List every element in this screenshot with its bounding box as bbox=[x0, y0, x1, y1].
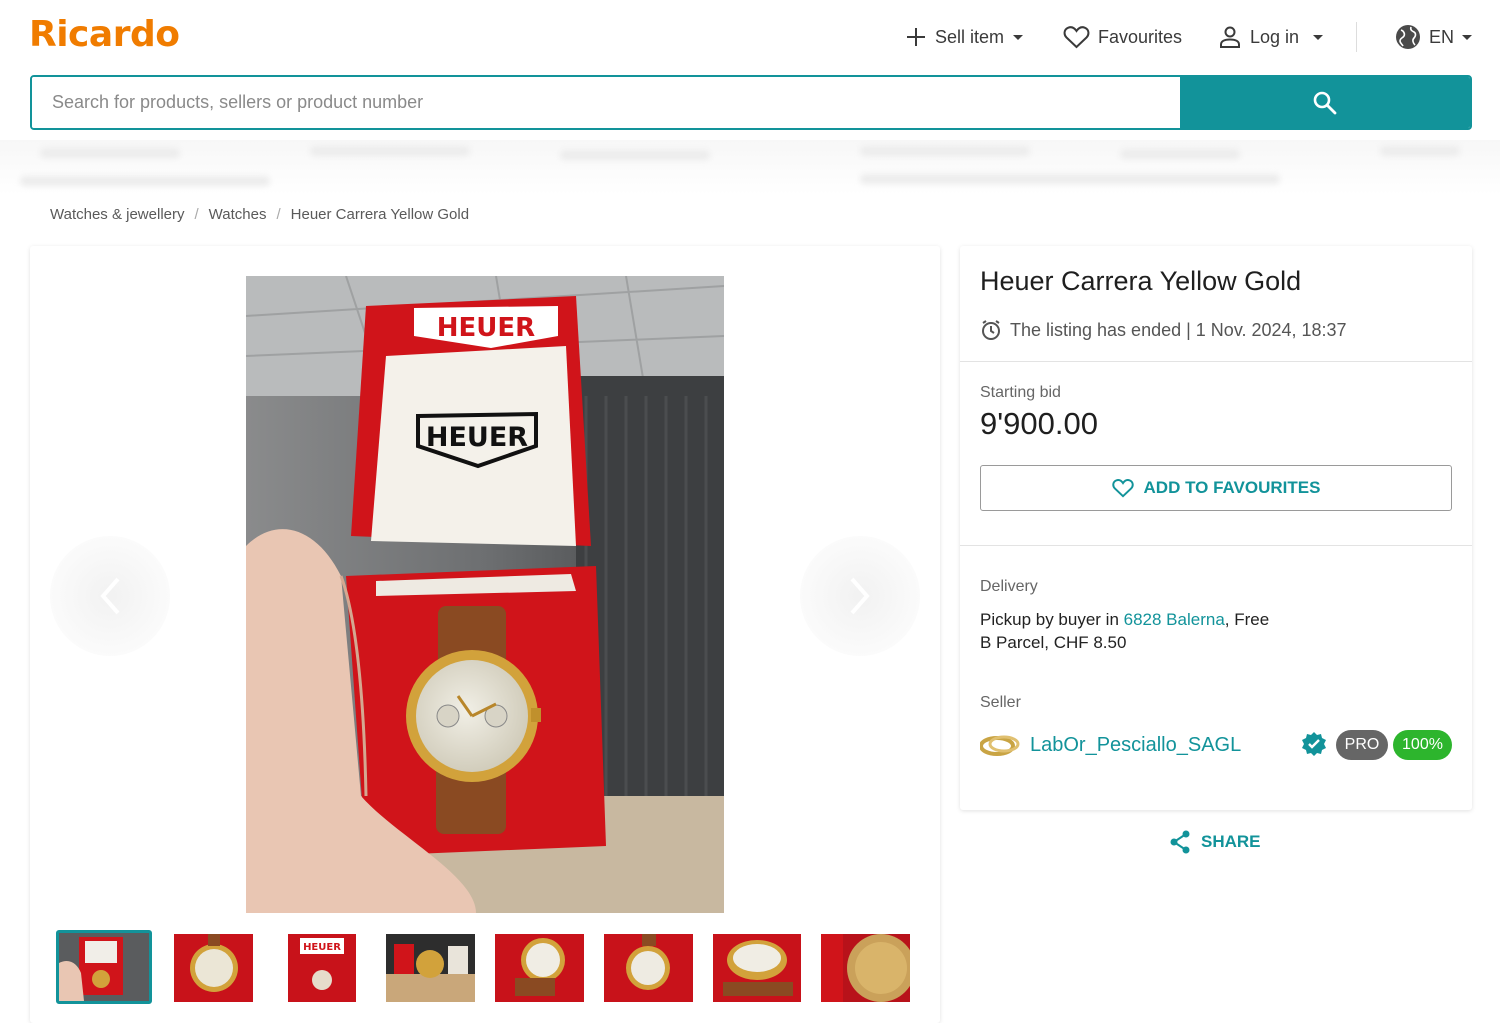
breadcrumb-item-current[interactable]: Heuer Carrera Yellow Gold bbox=[291, 206, 469, 223]
starting-bid-label: Starting bid bbox=[980, 384, 1061, 401]
listing-panel: Heuer Carrera Yellow Gold The listing ha… bbox=[960, 246, 1472, 810]
add-to-favourites-label: ADD TO FAVOURITES bbox=[1143, 478, 1321, 497]
image-gallery: HEUER HEUER HEUER bbox=[30, 246, 940, 1023]
user-icon bbox=[1220, 26, 1240, 48]
main-product-image[interactable]: HEUER HEUER bbox=[246, 276, 724, 913]
category-placeholder bbox=[860, 146, 1030, 156]
category-placeholder bbox=[1380, 146, 1460, 156]
category-placeholder bbox=[40, 148, 180, 158]
share-icon bbox=[1170, 830, 1190, 854]
category-placeholder bbox=[20, 176, 270, 186]
search-button[interactable] bbox=[1180, 77, 1470, 128]
sell-item-label: Sell item bbox=[935, 26, 1005, 47]
pro-badge: PRO bbox=[1336, 730, 1388, 760]
delivery-pickup-line: Pickup by buyer in 6828 Balerna, Free bbox=[980, 608, 1269, 631]
language-menu[interactable]: EN bbox=[1395, 20, 1473, 54]
chevron-down-icon bbox=[1462, 34, 1473, 40]
share-button[interactable]: SHARE bbox=[1169, 830, 1261, 854]
delivery-pickup-suffix: , Free bbox=[1224, 610, 1270, 629]
thumbnail-2[interactable] bbox=[174, 934, 253, 1002]
watch-photo: HEUER HEUER bbox=[246, 276, 724, 913]
seller-row: LabOr_Pesciallo_SAGL PRO 100% bbox=[980, 730, 1452, 760]
login-label: Log in bbox=[1250, 26, 1300, 47]
thumbnail-6[interactable] bbox=[604, 934, 693, 1002]
divider bbox=[960, 545, 1472, 546]
previous-image-button[interactable] bbox=[50, 536, 170, 656]
search-icon bbox=[1313, 91, 1337, 114]
rating-badge: 100% bbox=[1393, 730, 1452, 760]
share-label: SHARE bbox=[1201, 832, 1261, 851]
breadcrumb-separator: / bbox=[276, 206, 281, 223]
sell-item-menu[interactable]: Sell item bbox=[905, 20, 1024, 54]
search-bar bbox=[30, 75, 1472, 130]
thumbnail-7[interactable] bbox=[713, 934, 801, 1002]
ricardo-logo[interactable]: Ricardo bbox=[29, 14, 180, 55]
chevron-down-icon bbox=[1313, 34, 1324, 40]
thumbnail-strip: HEUER bbox=[56, 930, 916, 1004]
heuer-logo-text-inner: HEUER bbox=[426, 422, 528, 453]
favourites-label: Favourites bbox=[1098, 26, 1183, 47]
category-placeholder bbox=[1120, 149, 1240, 159]
header: Ricardo Sell item Favourites Log in EN bbox=[0, 0, 1500, 75]
listing-status-text: The listing has ended | 1 Nov. 2024, 18:… bbox=[1010, 319, 1347, 340]
language-label: EN bbox=[1429, 26, 1455, 47]
seller-name-link[interactable]: LabOr_Pesciallo_SAGL bbox=[1030, 734, 1241, 757]
svg-text:HEUER: HEUER bbox=[303, 942, 341, 953]
category-placeholder bbox=[560, 150, 710, 160]
add-to-favourites-button[interactable]: ADD TO FAVOURITES bbox=[980, 465, 1452, 511]
breadcrumb-item[interactable]: Watches bbox=[209, 206, 267, 223]
chevron-left-icon bbox=[100, 577, 120, 615]
thumbnail-4[interactable] bbox=[386, 934, 475, 1002]
thumbnail-5[interactable] bbox=[495, 934, 584, 1002]
breadcrumb-item[interactable]: Watches & jewellery bbox=[50, 206, 185, 223]
next-image-button[interactable] bbox=[800, 536, 920, 656]
globe-icon bbox=[1396, 25, 1420, 49]
seller-avatar[interactable] bbox=[980, 732, 1020, 758]
divider bbox=[1356, 22, 1357, 52]
thumbnail-3[interactable]: HEUER bbox=[288, 934, 356, 1002]
login-menu[interactable]: Log in bbox=[1218, 20, 1324, 54]
starting-bid-value: 9'900.00 bbox=[980, 406, 1098, 441]
delivery-parcel-line: B Parcel, CHF 8.50 bbox=[980, 633, 1127, 652]
alarm-clock-icon bbox=[982, 320, 1000, 340]
heart-icon bbox=[1111, 479, 1134, 498]
heuer-logo-text: HEUER bbox=[437, 313, 535, 343]
seller-label: Seller bbox=[980, 694, 1021, 711]
listing-title: Heuer Carrera Yellow Gold bbox=[980, 266, 1302, 296]
delivery-pickup-prefix: Pickup by buyer in bbox=[980, 610, 1124, 629]
verified-badge-icon bbox=[1302, 732, 1326, 756]
breadcrumb-separator: / bbox=[194, 206, 199, 223]
plus-icon bbox=[907, 28, 925, 46]
thumbnail-1[interactable] bbox=[56, 930, 152, 1004]
listing-status: The listing has ended | 1 Nov. 2024, 18:… bbox=[980, 319, 1347, 341]
favourites-link[interactable]: Favourites bbox=[1063, 20, 1182, 54]
delivery-info: Pickup by buyer in 6828 Balerna, Free B … bbox=[980, 608, 1269, 654]
thumbnail-8[interactable] bbox=[821, 934, 910, 1002]
heart-icon bbox=[1063, 26, 1090, 49]
category-band bbox=[0, 140, 1500, 195]
pickup-location-link[interactable]: 6828 Balerna bbox=[1124, 610, 1225, 629]
chevron-down-icon bbox=[1013, 34, 1024, 40]
delivery-label: Delivery bbox=[980, 578, 1038, 595]
category-placeholder bbox=[860, 174, 1280, 184]
breadcrumb: Watches & jewellery / Watches / Heuer Ca… bbox=[50, 206, 469, 223]
category-placeholder bbox=[310, 146, 470, 156]
divider bbox=[960, 361, 1472, 362]
search-input[interactable] bbox=[32, 77, 1180, 128]
chevron-right-icon bbox=[850, 577, 870, 615]
